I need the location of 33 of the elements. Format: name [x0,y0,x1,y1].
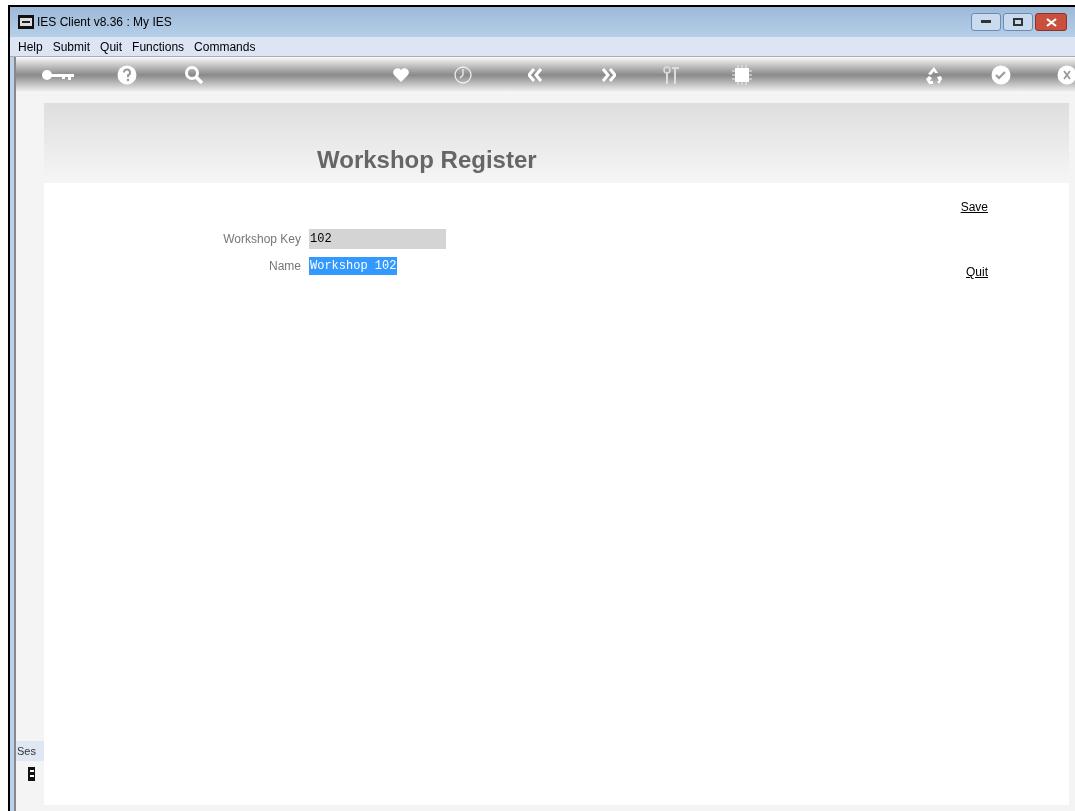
checkmark-icon[interactable] [991,65,1011,85]
key-icon[interactable] [41,69,75,81]
field-label: Workshop Key [222,231,302,248]
rewind-icon[interactable] [528,68,542,82]
app-icon [18,15,34,29]
page-title: Workshop Register [317,145,537,175]
chip-icon[interactable] [732,65,752,85]
help-icon[interactable] [117,65,137,85]
recycle-icon[interactable] [924,65,944,85]
close-button[interactable] [1035,13,1067,31]
clock-icon[interactable] [454,66,472,84]
input-field[interactable]: 102 [309,229,446,249]
field-label: Name [268,258,302,275]
menu-item[interactable]: Quit [100,37,123,56]
menu-item[interactable]: Submit [52,37,91,56]
close-icon[interactable] [1057,65,1075,85]
maximize-icon [1013,18,1023,26]
menu-item[interactable]: Help [18,37,43,56]
action-link[interactable]: Quit [966,263,988,281]
panel-tab[interactable]: Ses [16,741,44,761]
menu-item[interactable]: Functions [132,37,185,56]
action-link[interactable]: Save [960,198,988,216]
search-icon[interactable] [184,65,204,85]
minimize-icon [981,20,991,24]
tools-icon[interactable] [663,66,679,84]
heart-icon[interactable] [392,67,410,83]
close-icon [1045,17,1057,27]
forward-icon[interactable] [602,68,616,82]
battery-icon [28,767,35,781]
minimize-button[interactable] [971,13,1001,31]
maximize-button[interactable] [1003,13,1033,31]
menu-item[interactable]: Commands [194,37,256,56]
window-title: IES Client v8.36 : My IES [37,14,172,31]
